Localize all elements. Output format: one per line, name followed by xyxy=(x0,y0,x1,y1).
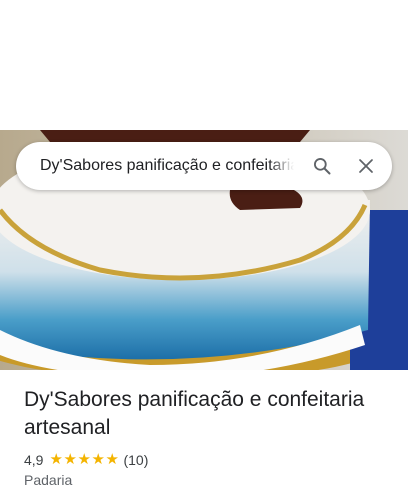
search-button[interactable] xyxy=(300,144,344,188)
place-info: Dy'Sabores panificação e confeitaria art… xyxy=(24,386,390,488)
star-icon: ★ xyxy=(105,451,119,468)
rating-value: 4,9 xyxy=(24,452,44,468)
search-bar[interactable]: Dy'Sabores panificação e confeitaria art… xyxy=(16,142,392,190)
star-icon: ★ xyxy=(63,451,77,468)
place-name[interactable]: Dy'Sabores panificação e confeitaria art… xyxy=(24,386,390,442)
close-icon xyxy=(359,159,373,173)
place-category: Padaria xyxy=(24,472,73,488)
review-count[interactable]: (10) xyxy=(123,452,148,468)
star-rating: ★ ★ ★ ★ ★ xyxy=(49,451,119,468)
search-input[interactable]: Dy'Sabores panificação e confeitaria art… xyxy=(40,157,294,175)
star-icon: ★ xyxy=(49,451,63,468)
star-icon: ★ xyxy=(77,451,91,468)
clear-button[interactable] xyxy=(344,144,388,188)
rating-row[interactable]: 4,9 ★ ★ ★ ★ ★ (10) xyxy=(24,452,390,468)
search-icon xyxy=(314,158,331,175)
star-icon: ★ xyxy=(91,451,105,468)
